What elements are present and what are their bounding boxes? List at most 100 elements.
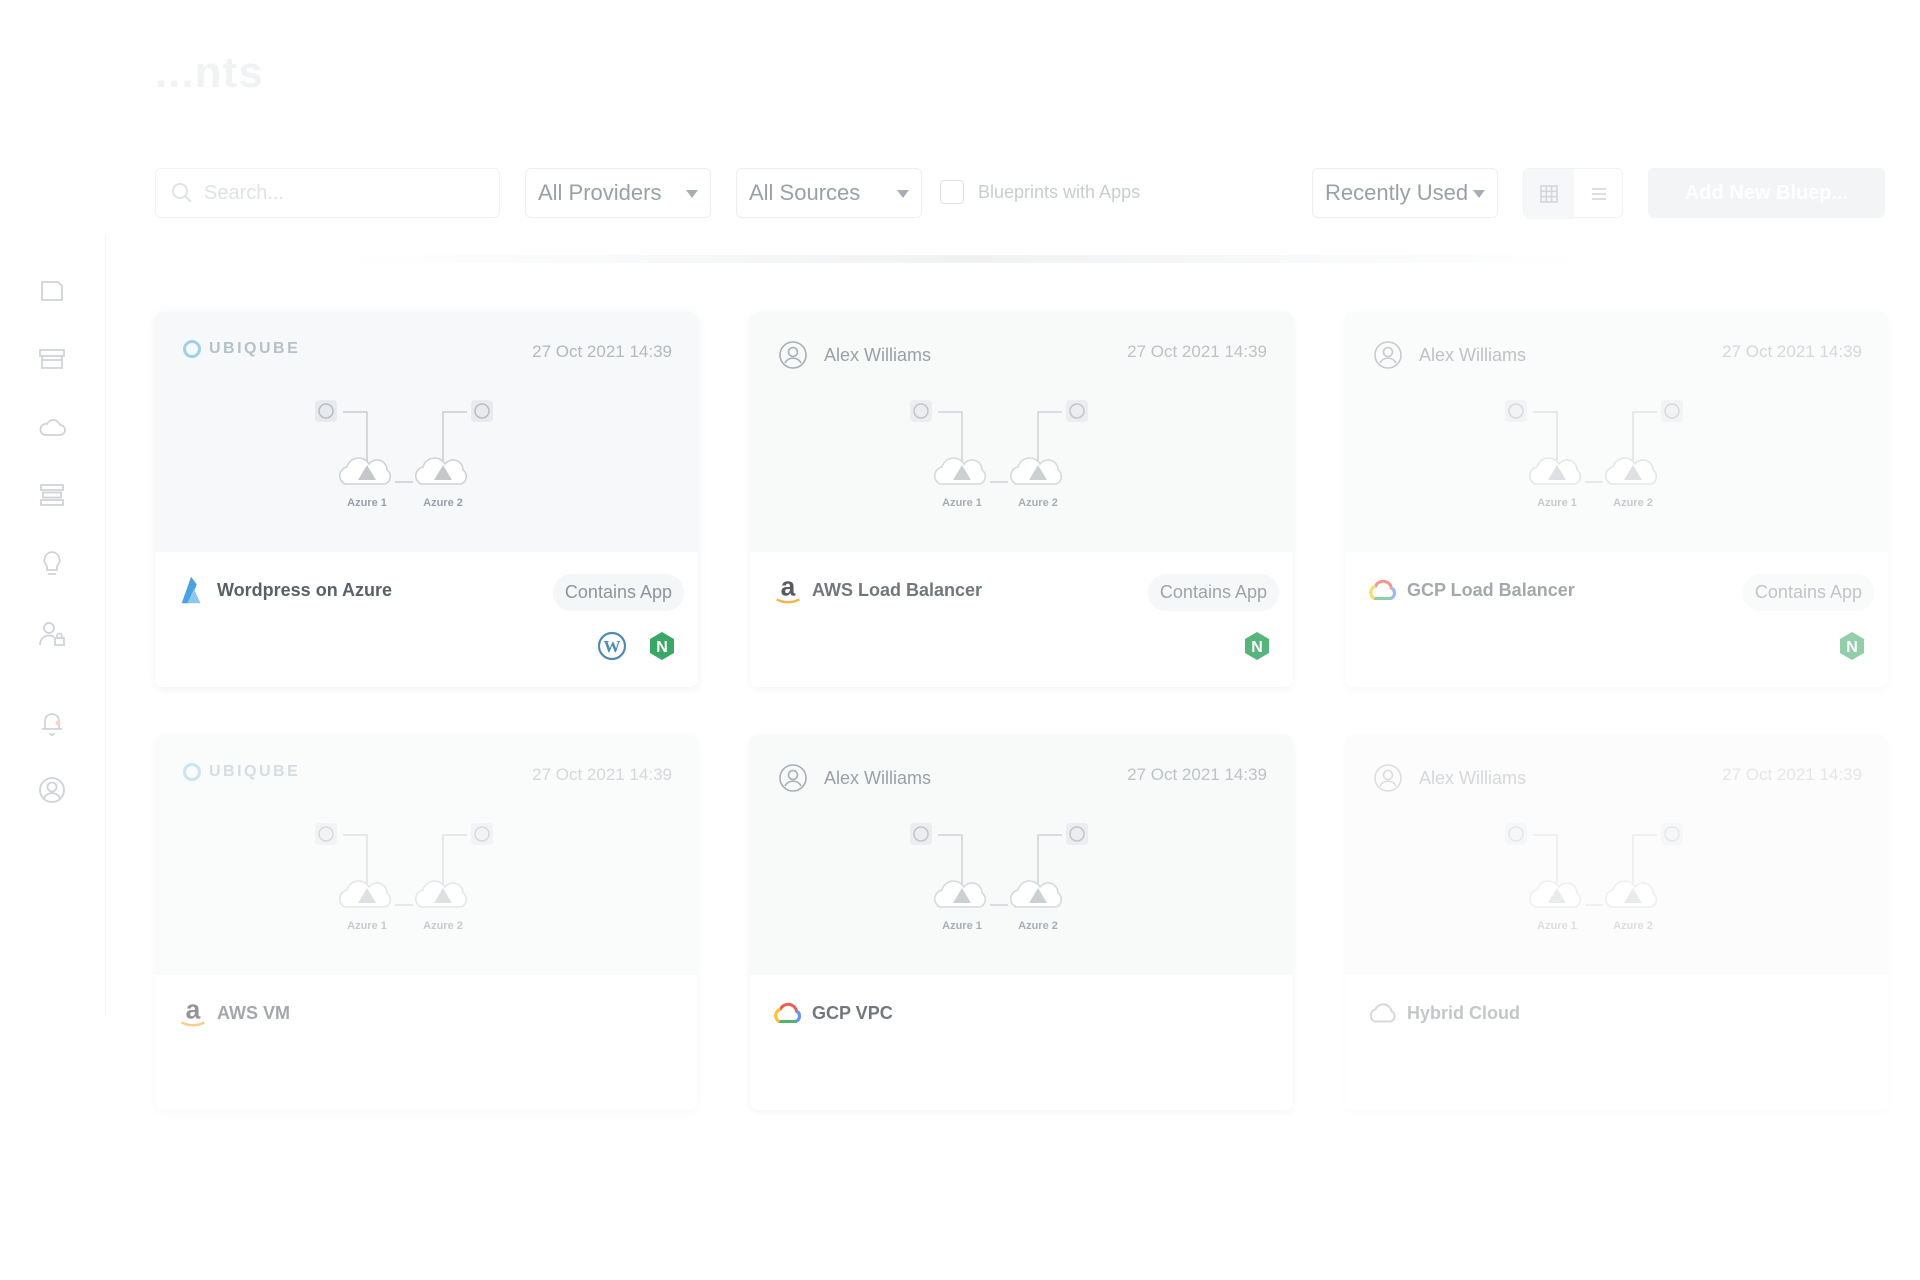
card-date: 27 Oct 2021 14:39 <box>1127 342 1267 361</box>
cloud-outline-icon <box>1365 995 1401 1031</box>
sidebar <box>0 235 106 1015</box>
owner: Alex Williams <box>1373 763 1526 793</box>
cloud-icon <box>39 419 66 436</box>
user-avatar-icon <box>778 763 808 793</box>
sources-select[interactable]: All Sources <box>736 168 922 218</box>
sidebar-item-store[interactable] <box>30 337 74 381</box>
aws-logo-icon: a <box>175 995 211 1031</box>
apps-filter-label: Blueprints with Apps <box>978 181 1141 202</box>
nginx-icon: N <box>1241 630 1273 662</box>
node-label: Azure 2 <box>1613 920 1653 932</box>
node-label: Azure 1 <box>347 920 387 932</box>
blueprint-card[interactable]: Alex Williams 27 Oct 2021 14:39 Azure 1 … <box>750 735 1293 1110</box>
owner: Alex Williams <box>778 340 931 370</box>
sidebar-item-cloud[interactable] <box>30 405 74 449</box>
blueprint-card[interactable]: Alex Williams 27 Oct 2021 14:39 Azure 1 … <box>750 312 1293 687</box>
svg-text:N: N <box>656 639 668 656</box>
owner-name: Alex Williams <box>1419 344 1527 365</box>
card-title: Wordpress on Azure <box>175 572 392 608</box>
search-input[interactable] <box>204 181 474 205</box>
topology-diagram: Azure 1 Azure 2 <box>315 400 493 509</box>
card-preview: Alex Williams 27 Oct 2021 14:39 Azure 1 … <box>750 312 1293 552</box>
sidebar-item-chat[interactable] <box>30 268 74 312</box>
bell-icon <box>42 713 62 736</box>
aws-logo-icon: a <box>770 572 806 608</box>
owner-name: Alex Williams <box>824 767 932 788</box>
owner: Alex Williams <box>778 763 931 793</box>
add-new-blueprint-button[interactable]: Add New Bluep... <box>1648 168 1885 218</box>
card-preview: Alex Williams 27 Oct 2021 14:39 Azure 1 … <box>1345 312 1888 552</box>
card-title: a AWS VM <box>175 995 290 1031</box>
card-preview: UBIQUBE 27 Oct 2021 14:39 Azure 1 Azure … <box>155 312 698 552</box>
card-title-text: GCP Load Balancer <box>1407 579 1575 600</box>
owner: UBIQUBE <box>183 340 300 358</box>
diagram: Azure 1 Azure 2 <box>315 815 535 950</box>
diagram: Azure 1 Azure 2 <box>1505 815 1725 950</box>
owner: UBIQUBE <box>183 763 300 781</box>
svg-text:N: N <box>1846 639 1858 656</box>
grid-icon <box>1540 185 1558 203</box>
storefront-icon <box>39 349 65 369</box>
topology-diagram: Azure 1 Azure 2 <box>1505 400 1683 509</box>
blueprints-page: ...nts All P <box>0 0 1920 1280</box>
ubiqube-logo-icon <box>183 340 201 358</box>
sidebar-item-notifications[interactable] <box>30 700 74 744</box>
owner-name: UBIQUBE <box>209 340 301 357</box>
sort-select[interactable]: Recently Used <box>1312 168 1498 218</box>
blueprint-card[interactable]: Alex Williams 27 Oct 2021 14:39 Azure 1 … <box>1345 312 1888 687</box>
svg-text:W: W <box>604 637 621 656</box>
node-label: Azure 1 <box>942 497 982 509</box>
card-preview: Alex Williams 27 Oct 2021 14:39 Azure 1 … <box>1345 735 1888 975</box>
sidebar-item-stack[interactable] <box>30 473 74 517</box>
grid-view-button[interactable] <box>1524 169 1574 219</box>
blueprint-card[interactable]: UBIQUBE 27 Oct 2021 14:39 Azure 1 Azure … <box>155 735 698 1110</box>
node-label: Azure 1 <box>942 920 982 932</box>
card-preview: Alex Williams 27 Oct 2021 14:39 Azure 1 … <box>750 735 1293 975</box>
list-icon <box>1592 188 1606 200</box>
lightbulb-icon <box>43 551 61 575</box>
node-label: Azure 2 <box>423 920 463 932</box>
chat-icon <box>41 281 63 301</box>
topology-diagram: Azure 1 Azure 2 <box>1505 823 1683 932</box>
card-preview: UBIQUBE 27 Oct 2021 14:39 Azure 1 Azure … <box>155 735 698 975</box>
diagram: Azure 1 Azure 2 <box>910 392 1130 527</box>
node-label: Azure 1 <box>1537 497 1577 509</box>
diagram: Azure 1 Azure 2 <box>315 392 535 527</box>
caret-down-icon <box>1473 190 1485 198</box>
node-label: Azure 1 <box>347 497 387 509</box>
view-toggle <box>1523 168 1624 219</box>
blueprint-card[interactable]: Alex Williams 27 Oct 2021 14:39 Azure 1 … <box>1345 735 1888 1110</box>
ubiqube-logo-icon <box>183 763 201 781</box>
card-title: a AWS Load Balancer <box>770 572 982 608</box>
card-title-text: Hybrid Cloud <box>1407 1002 1520 1023</box>
topology-diagram: Azure 1 Azure 2 <box>910 400 1088 509</box>
apps-filter-checkbox[interactable] <box>940 180 964 204</box>
user-avatar-icon <box>1373 340 1403 370</box>
diagram: Azure 1 Azure 2 <box>1505 392 1725 527</box>
card-title: GCP Load Balancer <box>1365 572 1575 608</box>
sidebar-item-ideas[interactable] <box>30 542 74 586</box>
nginx-icon: N <box>646 630 678 662</box>
card-date: 27 Oct 2021 14:39 <box>532 765 672 784</box>
svg-text:a: a <box>781 573 796 602</box>
caret-down-icon <box>897 190 909 198</box>
owner-name: Alex Williams <box>824 344 932 365</box>
app-icons: N <box>1836 630 1868 662</box>
card-date: 27 Oct 2021 14:39 <box>1722 765 1862 784</box>
node-label: Azure 2 <box>1613 497 1653 509</box>
providers-select[interactable]: All Providers <box>525 168 711 218</box>
search-box[interactable] <box>155 168 500 218</box>
sidebar-item-users[interactable] <box>30 612 74 656</box>
app-icons: N <box>1241 630 1273 662</box>
card-title-text: Wordpress on Azure <box>217 579 393 600</box>
node-label: Azure 2 <box>1018 920 1058 932</box>
caret-down-icon <box>686 190 698 198</box>
list-view-button[interactable] <box>1574 169 1624 219</box>
page-title: ...nts <box>155 48 264 97</box>
blueprint-card[interactable]: UBIQUBE 27 Oct 2021 14:39 Azure 1 Azure … <box>155 312 698 687</box>
owner: Alex Williams <box>1373 340 1526 370</box>
card-title: Hybrid Cloud <box>1365 995 1520 1031</box>
topology-diagram: Azure 1 Azure 2 <box>910 823 1088 932</box>
apps-filter[interactable]: Blueprints with Apps <box>940 180 1140 204</box>
sidebar-item-account[interactable] <box>30 768 74 812</box>
